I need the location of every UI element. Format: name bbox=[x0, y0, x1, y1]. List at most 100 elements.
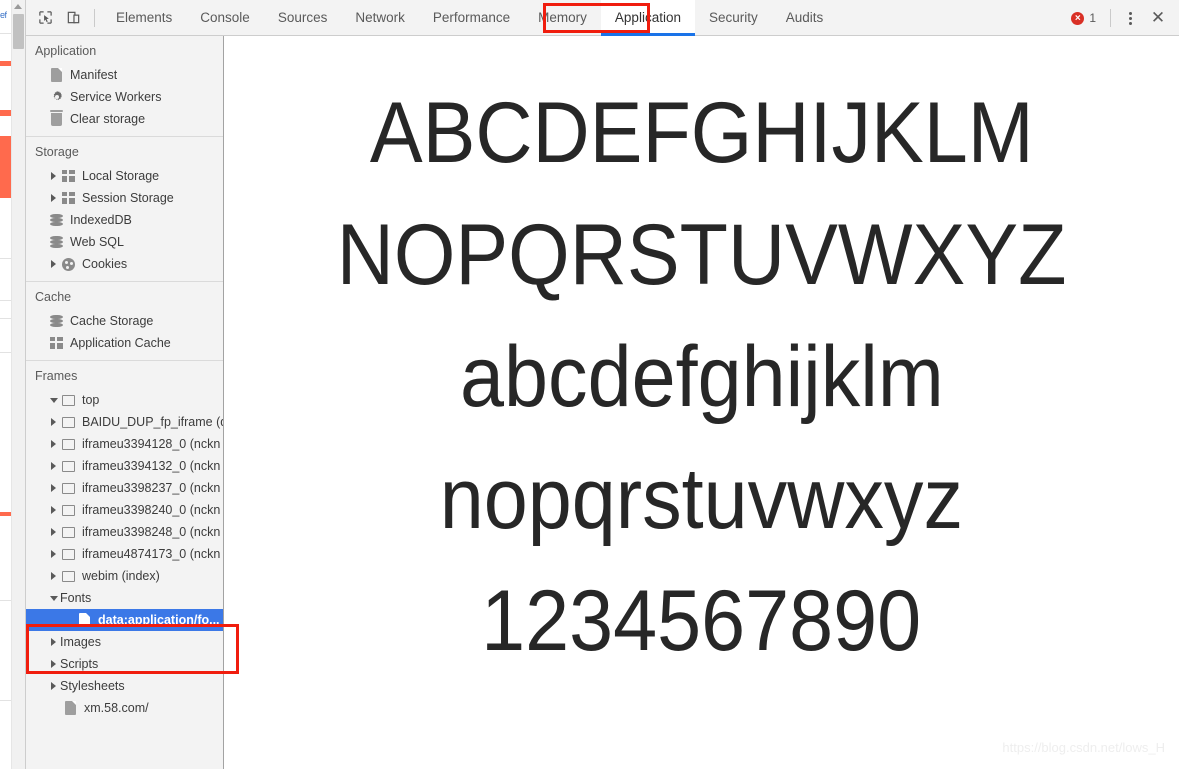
sidebar-item-local-storage[interactable]: Local Storage bbox=[26, 165, 223, 187]
tab-audits[interactable]: Audits bbox=[772, 0, 838, 36]
document-icon bbox=[76, 612, 93, 628]
table-icon bbox=[60, 168, 77, 184]
database-icon bbox=[48, 212, 65, 228]
kebab-menu-icon[interactable] bbox=[1119, 4, 1141, 32]
error-icon: × bbox=[1071, 11, 1085, 25]
sidebar-item-frame-top[interactable]: top bbox=[26, 389, 223, 411]
sidebar-item-label: iframeu3398240_0 (nckn bbox=[82, 503, 221, 517]
sidebar-item-images[interactable]: Images bbox=[26, 631, 223, 653]
chevron-right-icon[interactable] bbox=[48, 660, 59, 668]
host-page-block bbox=[0, 110, 11, 116]
sidebar-item-frame-webim[interactable]: webim (index) bbox=[26, 565, 223, 587]
sidebar-item-document-resource[interactable]: xm.58.com/ bbox=[26, 697, 223, 719]
sidebar-item-label: top bbox=[82, 393, 100, 407]
chevron-right-icon[interactable] bbox=[48, 194, 59, 202]
gear-icon bbox=[48, 89, 65, 105]
chevron-right-icon[interactable] bbox=[48, 682, 59, 690]
chevron-right-icon[interactable] bbox=[48, 572, 59, 580]
sidebar-item-font-resource[interactable]: data:application/fo... bbox=[26, 609, 223, 631]
host-page-block bbox=[0, 136, 11, 198]
font-preview-content: ABCDEFGHIJKLM NOPQRSTUVWXYZ abcdefghijkl… bbox=[224, 36, 1179, 769]
tab-sources[interactable]: Sources bbox=[264, 0, 342, 36]
section-title-cache: Cache bbox=[35, 290, 72, 304]
tab-security[interactable]: Security bbox=[695, 0, 772, 36]
sidebar-item-label: data:application/fo... bbox=[98, 613, 220, 627]
sidebar-item-frame[interactable]: iframeu4874173_0 (nckn bbox=[26, 543, 223, 565]
sidebar-item-frame[interactable]: iframeu3394132_0 (nckn bbox=[26, 455, 223, 477]
sidebar-item-label: iframeu3394132_0 (nckn bbox=[82, 459, 221, 473]
sidebar-item-fonts[interactable]: Fonts bbox=[26, 587, 223, 609]
sidebar-item-stylesheets[interactable]: Stylesheets bbox=[26, 675, 223, 697]
device-toolbar-icon[interactable] bbox=[59, 4, 87, 32]
chevron-right-icon[interactable] bbox=[48, 418, 59, 426]
font-preview-panel: ABCDEFGHIJKLM NOPQRSTUVWXYZ abcdefghijkl… bbox=[224, 36, 1179, 769]
sidebar-item-scripts[interactable]: Scripts bbox=[26, 653, 223, 675]
tab-elements[interactable]: Elements bbox=[102, 0, 186, 36]
sidebar-item-label: IndexedDB bbox=[70, 213, 132, 227]
frame-icon bbox=[60, 546, 77, 562]
host-page-scrollbar[interactable] bbox=[11, 0, 25, 769]
tab-network[interactable]: Network bbox=[341, 0, 419, 36]
frame-icon bbox=[60, 458, 77, 474]
tab-performance[interactable]: Performance bbox=[419, 0, 524, 36]
sidebar-item-label: iframeu3398237_0 (nckn bbox=[82, 481, 221, 495]
sidebar-item-label: iframeu3394128_0 (nckn bbox=[82, 437, 221, 451]
frame-icon bbox=[60, 436, 77, 452]
sidebar-item-indexeddb[interactable]: IndexedDB bbox=[26, 209, 223, 231]
chevron-right-icon[interactable] bbox=[48, 484, 59, 492]
sidebar-item-frame[interactable]: iframeu3398237_0 (nckn bbox=[26, 477, 223, 499]
sidebar-item-label: webim (index) bbox=[82, 569, 160, 583]
scroll-up-arrow-icon[interactable] bbox=[14, 4, 22, 9]
host-page-block bbox=[0, 61, 11, 66]
sidebar-item-frame[interactable]: BAIDU_DUP_fp_iframe (d bbox=[26, 411, 223, 433]
sidebar-item-cookies[interactable]: Cookies bbox=[26, 253, 223, 275]
trash-icon bbox=[48, 109, 65, 127]
host-page-sliver: ef bbox=[0, 0, 11, 769]
host-page-divider bbox=[0, 352, 11, 353]
chevron-down-icon[interactable] bbox=[48, 397, 59, 403]
tab-memory[interactable]: Memory bbox=[524, 0, 601, 36]
host-page-divider bbox=[0, 300, 11, 301]
chevron-right-icon[interactable] bbox=[48, 172, 59, 180]
sidebar-item-web-sql[interactable]: Web SQL bbox=[26, 231, 223, 253]
sidebar-item-frame[interactable]: iframeu3398248_0 (nckn bbox=[26, 521, 223, 543]
chevron-right-icon[interactable] bbox=[48, 462, 59, 470]
sidebar-item-manifest[interactable]: Manifest bbox=[26, 64, 223, 86]
sidebar-item-label: Scripts bbox=[60, 657, 99, 671]
frame-icon bbox=[60, 524, 77, 540]
error-count: 1 bbox=[1089, 11, 1096, 25]
chevron-right-icon[interactable] bbox=[48, 528, 59, 536]
host-page-divider bbox=[0, 258, 11, 259]
sidebar-item-label: Cache Storage bbox=[70, 314, 154, 328]
chevron-right-icon[interactable] bbox=[48, 506, 59, 514]
sidebar-item-service-workers[interactable]: Service Workers bbox=[26, 86, 223, 108]
sidebar-item-frame[interactable]: iframeu3398240_0 (nckn bbox=[26, 499, 223, 521]
database-icon bbox=[48, 313, 65, 329]
chevron-down-icon[interactable] bbox=[48, 595, 59, 601]
sidebar-item-cache-storage[interactable]: Cache Storage bbox=[26, 310, 223, 332]
sidebar-item-clear-storage[interactable]: Clear storage bbox=[26, 108, 223, 130]
document-icon bbox=[48, 67, 65, 83]
frame-icon bbox=[60, 480, 77, 496]
toolbar-divider bbox=[1110, 9, 1111, 27]
tab-application[interactable]: Application bbox=[600, 0, 696, 36]
host-page-block bbox=[0, 512, 11, 516]
chevron-right-icon[interactable] bbox=[48, 638, 59, 646]
document-icon bbox=[62, 700, 79, 716]
sidebar-item-frame[interactable]: iframeu3394128_0 (nckn bbox=[26, 433, 223, 455]
scrollbar-thumb[interactable] bbox=[13, 14, 24, 49]
tab-console[interactable]: Console bbox=[186, 0, 264, 36]
error-badge[interactable]: × 1 bbox=[1065, 11, 1102, 25]
sidebar-item-application-cache[interactable]: Application Cache bbox=[26, 332, 223, 354]
chevron-right-icon[interactable] bbox=[48, 260, 59, 268]
inspect-cursor-icon[interactable] bbox=[31, 4, 59, 32]
watermark: https://blog.csdn.net/lows_H bbox=[1002, 740, 1165, 755]
sidebar-item-label: Service Workers bbox=[70, 90, 162, 104]
host-page-divider bbox=[0, 318, 11, 319]
host-page-text-fragment: ef bbox=[0, 10, 7, 20]
chevron-right-icon[interactable] bbox=[48, 550, 59, 558]
close-icon[interactable]: ✕ bbox=[1143, 4, 1173, 32]
sidebar-item-session-storage[interactable]: Session Storage bbox=[26, 187, 223, 209]
application-sidebar[interactable]: Application Manifest Service Workers Cle… bbox=[26, 36, 224, 769]
chevron-right-icon[interactable] bbox=[48, 440, 59, 448]
